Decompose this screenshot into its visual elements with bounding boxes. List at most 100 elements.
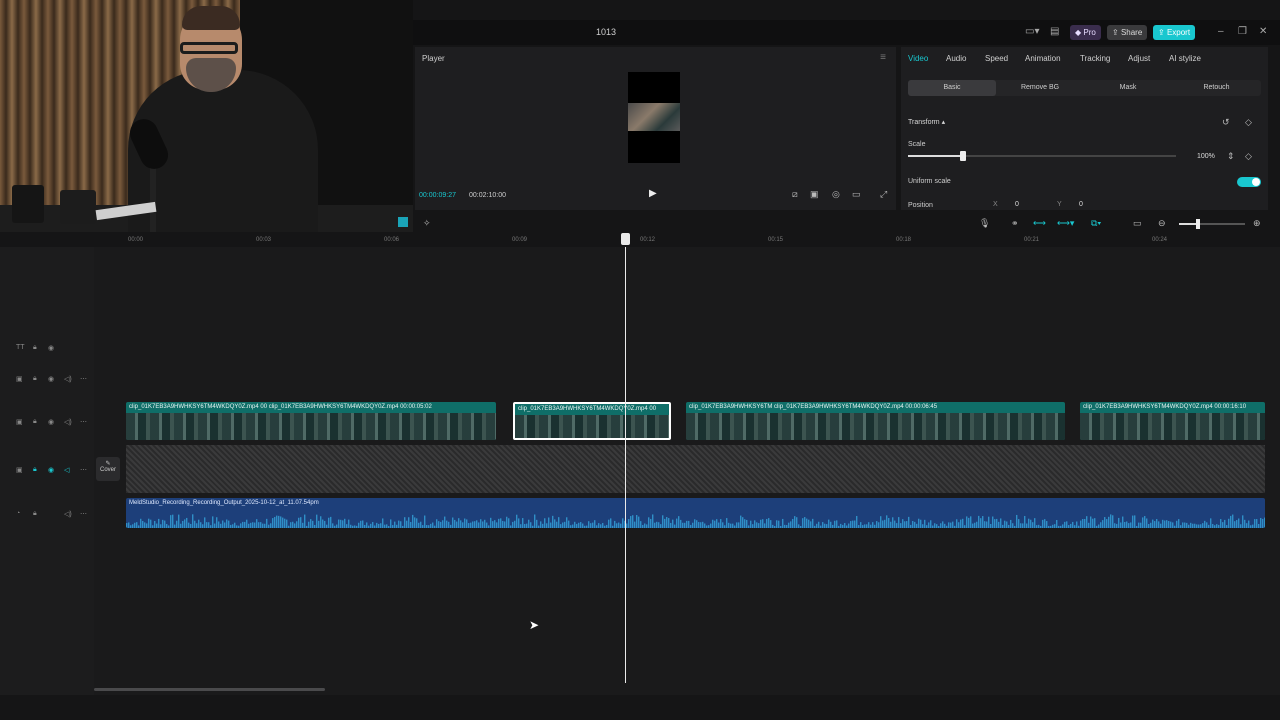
fullscreen-icon[interactable]: ⤢: [880, 189, 887, 200]
audio-clip[interactable]: MeldStudio_Recording_Recording_Output_20…: [126, 498, 1265, 528]
subtab-basic[interactable]: Basic: [908, 80, 996, 96]
lock-icon[interactable]: 🔒︎: [33, 510, 37, 518]
y-value-input[interactable]: 0: [1079, 201, 1083, 208]
tab-speed[interactable]: Speed: [985, 54, 1008, 63]
tab-tracking[interactable]: Tracking: [1080, 54, 1110, 63]
video-clip-selected[interactable]: clip_01K7EB3A9HWHKSY6TM4WKDQY0Z.mp4 00: [513, 402, 671, 440]
video-track-icon: ▣: [16, 376, 23, 383]
speaker-icon[interactable]: ◁): [64, 418, 72, 426]
audio-track-icon: ◔: [16, 510, 21, 517]
more-icon[interactable]: ⋯: [80, 375, 87, 383]
playhead-handle[interactable]: [621, 233, 630, 245]
keyframe-icon[interactable]: ◇: [1245, 117, 1252, 128]
shortcuts-icon[interactable]: ▤: [1050, 27, 1059, 37]
track-headers: TT 🔒︎ ◉ ▣ 🔒︎ ◉ ◁) ⋯ ▣ 🔒︎ ◉ ◁) ⋯ ▣ 🔒︎ ◉ ◁…: [0, 247, 94, 695]
quality-icon[interactable]: ▣: [810, 189, 819, 200]
stepper-icon[interactable]: ⇕: [1227, 151, 1235, 162]
magic-icon[interactable]: ✧: [423, 218, 431, 229]
ruler-tick: 00:24: [1152, 237, 1168, 243]
pro-button[interactable]: ◆ Pro: [1070, 25, 1101, 40]
snap-icon[interactable]: ⟷: [1033, 218, 1046, 229]
zoom-fit-icon[interactable]: ◎: [832, 189, 840, 200]
video-clip[interactable]: clip_01K7EB3A9HWHKSY6TM4WKDQY0Z.mp4 00:0…: [1080, 402, 1265, 440]
edit-icon: ✎: [105, 461, 111, 467]
video-clip[interactable]: clip_01K7EB3A9HWHKSY6TM clip_01K7EB3A9HW…: [686, 402, 1065, 440]
playhead-line[interactable]: [625, 247, 626, 683]
scale-value-input[interactable]: 100%: [1197, 153, 1215, 160]
text-track-icon: TT: [16, 344, 25, 351]
title-bar: 1013 ▭▾ ▤ ◆ Pro ⇪ Share ⇪ Export – ❐ ✕: [413, 20, 1280, 45]
uniform-scale-label: Uniform scale: [908, 178, 951, 185]
subtab-remove-bg[interactable]: Remove BG: [996, 80, 1084, 96]
ratio-icon[interactable]: ▭: [852, 189, 861, 200]
close-icon[interactable]: ✕: [1259, 27, 1267, 37]
tab-animation[interactable]: Animation: [1025, 54, 1061, 63]
crop-icon[interactable]: ⧄: [792, 189, 798, 200]
subtab-mask[interactable]: Mask: [1084, 80, 1172, 96]
tab-video[interactable]: Video: [908, 54, 928, 63]
y-label: Y: [1057, 201, 1062, 208]
eye-icon[interactable]: ◉: [48, 375, 54, 383]
magnet-icon[interactable]: ⟷▾: [1057, 218, 1074, 229]
caption-icon[interactable]: ▭: [1133, 218, 1142, 229]
lock-icon[interactable]: 🔒︎: [33, 418, 37, 426]
link-icon[interactable]: ⚭: [1011, 218, 1019, 229]
eye-icon[interactable]: ◉: [48, 466, 54, 474]
lock-icon[interactable]: 🔒︎: [33, 375, 37, 383]
tab-adjust[interactable]: Adjust: [1128, 54, 1150, 63]
split-icon[interactable]: ⧉▾: [1091, 218, 1101, 229]
eye-icon[interactable]: ◉: [48, 344, 54, 352]
audio-waveform: [126, 514, 1265, 528]
speaker-icon[interactable]: ◁: [64, 466, 69, 474]
speaker-icon[interactable]: ◁): [64, 375, 72, 383]
reset-icon[interactable]: ↺: [1222, 117, 1230, 128]
subtab-retouch[interactable]: Retouch: [1172, 80, 1261, 96]
share-button[interactable]: ⇪ Share: [1107, 25, 1148, 40]
zoom-out-icon[interactable]: ⊖: [1158, 218, 1166, 229]
scale-slider-handle[interactable]: [960, 151, 966, 161]
tab-ai-stylize[interactable]: AI stylize: [1169, 54, 1201, 63]
main-track-placeholder[interactable]: [126, 445, 1265, 493]
more-icon[interactable]: ⋯: [80, 418, 87, 426]
pro-label: Pro: [1083, 28, 1096, 37]
webcam-overlay: [0, 0, 413, 232]
horizontal-scrollbar[interactable]: [94, 688, 325, 691]
video-clip[interactable]: clip_01K7EB3A9HWHKSY6TM4WKDQY0Z.mp4 00 c…: [126, 402, 496, 440]
video-track-icon: ▣: [16, 419, 23, 426]
audio-clip-label: MeldStudio_Recording_Recording_Output_20…: [129, 500, 319, 506]
more-icon[interactable]: ⋯: [80, 510, 87, 518]
ruler-tick: 00:21: [1024, 237, 1040, 243]
window-restore-icon[interactable]: ❐: [1238, 27, 1247, 37]
timeline-ruler[interactable]: 00:00 00:03 00:06 00:09 00:12 00:15 00:1…: [0, 233, 1280, 247]
window-min-icon[interactable]: –: [1218, 27, 1224, 37]
keyframe-icon[interactable]: ◇: [1245, 151, 1252, 162]
video-preview: [628, 72, 680, 163]
cover-label: Cover: [99, 467, 116, 473]
export-button[interactable]: ⇪ Export: [1153, 25, 1196, 40]
uniform-scale-toggle[interactable]: [1237, 177, 1261, 187]
microphone-icon[interactable]: 🎙: [979, 218, 990, 229]
scale-slider-fill: [908, 155, 963, 157]
player-panel: Player ≡ 00:00:09:27 00:02:10:00 ▶ ⧄ ▣ ◎…: [415, 47, 896, 210]
x-value-input[interactable]: 0: [1015, 201, 1019, 208]
zoom-in-icon[interactable]: ⊕: [1253, 218, 1261, 229]
play-icon[interactable]: ▶: [649, 188, 657, 199]
transform-label: Transform: [908, 119, 940, 126]
video-track-icon: ▣: [16, 467, 23, 474]
speaker-icon[interactable]: ◁): [64, 510, 72, 518]
cover-button[interactable]: ✎ Cover: [96, 457, 120, 481]
ruler-tick: 00:09: [512, 237, 528, 243]
menu-icon[interactable]: ≡: [880, 52, 886, 63]
eye-icon[interactable]: ◉: [48, 418, 54, 426]
layout-icon[interactable]: ▭▾: [1025, 27, 1039, 37]
transform-section-header[interactable]: Transform ▴: [908, 118, 945, 126]
more-icon[interactable]: ⋯: [80, 466, 87, 474]
lock-icon[interactable]: 🔒︎: [33, 466, 37, 474]
zoom-slider-handle[interactable]: [1196, 219, 1200, 229]
app-window: 1013 ▭▾ ▤ ◆ Pro ⇪ Share ⇪ Export – ❐ ✕ P…: [0, 0, 1280, 720]
timeline-toolbar: ✧ 🎙 ⚭ ⟷ ⟷▾ ⧉▾ ▭ ⊖ ⊕: [413, 213, 1280, 235]
project-title: 1013: [596, 27, 617, 37]
current-timecode: 00:00:09:27: [419, 192, 456, 199]
tab-audio[interactable]: Audio: [946, 54, 966, 63]
lock-icon[interactable]: 🔒︎: [33, 344, 37, 352]
